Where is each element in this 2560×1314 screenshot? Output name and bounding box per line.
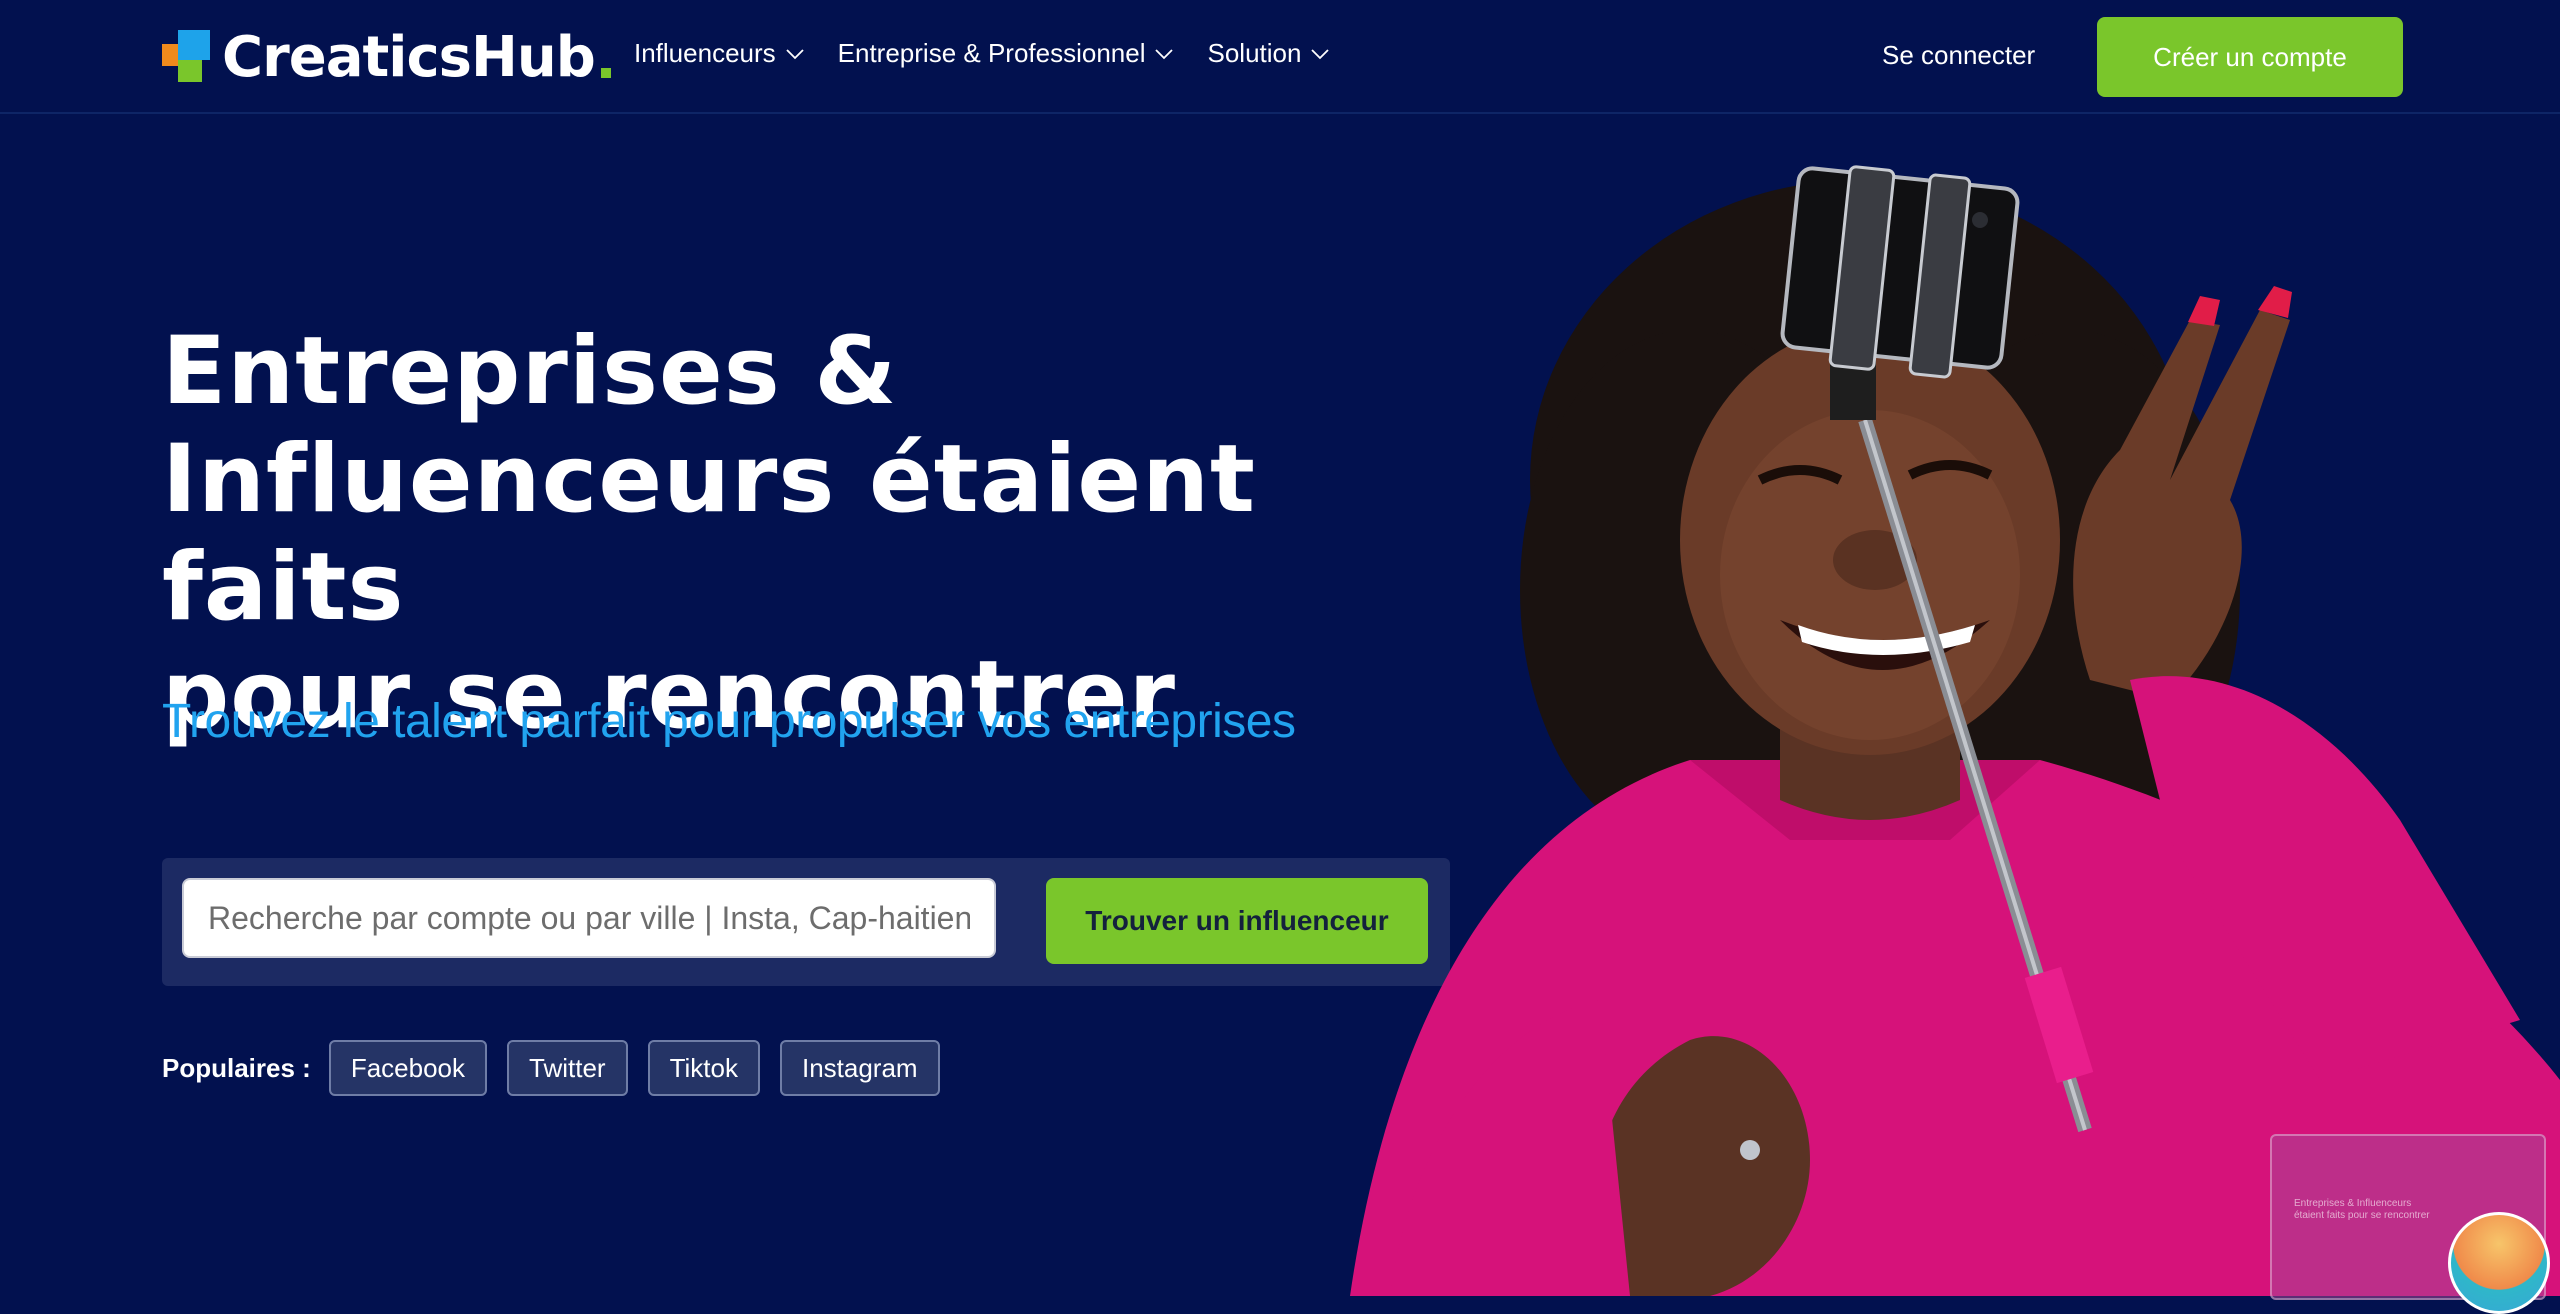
chip-facebook[interactable]: Facebook	[328, 1040, 488, 1096]
nav-item-influenceurs[interactable]: Influenceurs	[634, 38, 804, 69]
hero-title-line: Entreprises &	[162, 317, 898, 426]
main-nav: Influenceurs Entreprise & Professionnel …	[634, 38, 1330, 69]
chip-tiktok[interactable]: Tiktok	[647, 1040, 760, 1096]
search-panel: Trouver un influenceur	[162, 858, 1450, 986]
chip-twitter[interactable]: Twitter	[507, 1040, 628, 1096]
login-link[interactable]: Se connecter	[1882, 40, 2035, 71]
logo-text: CreaticsHub	[222, 24, 596, 90]
chevron-down-icon	[1155, 48, 1174, 59]
logo-dot	[600, 68, 611, 78]
hero-image-woman-selfie	[1350, 165, 2560, 1296]
nav-item-solution[interactable]: Solution	[1207, 38, 1330, 69]
hero-title-line: Influenceurs étaient faits	[162, 425, 1256, 642]
widget-preview-text: Entreprises & Influenceurs étaient faits…	[2294, 1198, 2430, 1221]
chevron-down-icon	[786, 48, 804, 59]
search-input[interactable]	[182, 878, 996, 958]
avatar[interactable]	[2448, 1212, 2550, 1314]
popular-label: Populaires :	[162, 1052, 311, 1083]
logo-mark-icon	[162, 28, 212, 86]
nav-item-label: Influenceurs	[634, 38, 776, 68]
nav-item-label: Solution	[1207, 38, 1302, 68]
signup-button[interactable]: Créer un compte	[2097, 17, 2403, 97]
nav-item-label: Entreprise & Professionnel	[837, 38, 1146, 68]
chevron-down-icon	[1311, 48, 1330, 59]
hero-title: Entreprises & Influenceurs étaient faits…	[162, 318, 1462, 750]
hero-subtitle: Trouvez le talent parfait pour propulser…	[162, 695, 1296, 748]
popular-tags: Populaires : Facebook Twitter Tiktok Ins…	[162, 1040, 940, 1096]
chip-instagram[interactable]: Instagram	[779, 1040, 940, 1096]
top-navbar: CreaticsHub Influenceurs Entreprise & Pr…	[0, 0, 2560, 114]
nav-item-entreprise[interactable]: Entreprise & Professionnel	[838, 38, 1174, 69]
brand-logo[interactable]: CreaticsHub	[162, 24, 611, 90]
